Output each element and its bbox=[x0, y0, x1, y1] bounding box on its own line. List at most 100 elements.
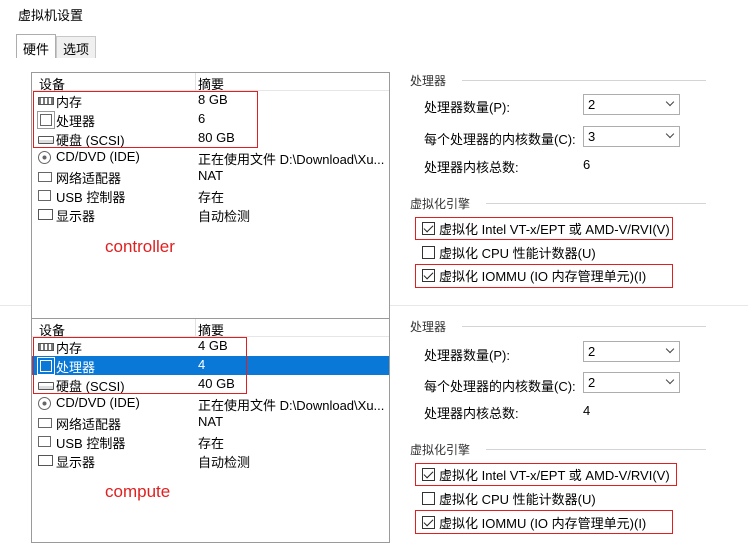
iommu-option[interactable]: 虚拟化 IOMMU (IO 内存管理单元)(I) bbox=[422, 266, 646, 284]
display-icon bbox=[38, 455, 53, 466]
device-name: 处理器 bbox=[56, 360, 96, 375]
group-divider bbox=[462, 80, 706, 81]
device-name: CD/DVD (IDE) bbox=[56, 149, 140, 164]
total-cores-label: 处理器内核总数: bbox=[424, 160, 519, 175]
hard-disk-icon bbox=[38, 136, 54, 144]
device-rows: 内存 8 GB 处理器 6 硬盘 (SCSI) 80 GB CD/DVD (ID… bbox=[32, 91, 389, 224]
device-row-memory[interactable]: 内存 8 GB bbox=[32, 91, 389, 110]
device-row-display[interactable]: 显示器 自动检测 bbox=[32, 205, 389, 224]
device-summary: 存在 bbox=[198, 190, 225, 205]
vt-x-option[interactable]: 虚拟化 Intel VT-x/EPT 或 AMD-V/RVI(V) bbox=[422, 219, 670, 237]
device-row-processor[interactable]: 处理器 6 bbox=[32, 110, 389, 129]
chevron-down-icon bbox=[665, 97, 675, 107]
vt-x-option[interactable]: 虚拟化 Intel VT-x/EPT 或 AMD-V/RVI(V) bbox=[422, 465, 670, 483]
checkbox[interactable] bbox=[422, 245, 435, 259]
processor-group: 处理器 处理器数量(P): 2 每个处理器的内核数量(C): 3 处理器内核总数… bbox=[410, 72, 706, 182]
total-cores-label: 处理器内核总数: bbox=[424, 406, 519, 421]
device-summary: 正在使用文件 D:\Download\Xu... bbox=[198, 152, 385, 167]
cores-per-processor-label: 每个处理器的内核数量(C): bbox=[424, 379, 576, 394]
hard-disk-icon bbox=[38, 382, 54, 390]
usb-controller-icon bbox=[38, 436, 51, 447]
processor-count-label: 处理器数量(P): bbox=[424, 348, 510, 363]
group-title: 虚拟化引擎 bbox=[410, 197, 471, 211]
checkbox[interactable] bbox=[422, 268, 435, 282]
device-name: 处理器 bbox=[56, 114, 96, 129]
device-summary: NAT bbox=[198, 414, 224, 429]
iommu-option[interactable]: 虚拟化 IOMMU (IO 内存管理单元)(I) bbox=[422, 513, 646, 531]
device-row-network-adapter[interactable]: 网络适配器 NAT bbox=[32, 167, 389, 186]
device-row-memory[interactable]: 内存 4 GB bbox=[32, 337, 389, 356]
virtualization-group: 虚拟化引擎 虚拟化 Intel VT-x/EPT 或 AMD-V/RVI(V) … bbox=[410, 195, 706, 295]
checkbox[interactable] bbox=[422, 467, 435, 481]
device-name: 网络适配器 bbox=[56, 171, 122, 186]
device-name: 内存 bbox=[56, 95, 83, 110]
processor-icon bbox=[40, 114, 52, 126]
device-row-display[interactable]: 显示器 自动检测 bbox=[32, 451, 389, 470]
device-name: USB 控制器 bbox=[56, 436, 126, 451]
option-label: 虚拟化 IOMMU (IO 内存管理单元)(I) bbox=[439, 268, 647, 284]
checkbox[interactable] bbox=[422, 515, 435, 529]
virtualization-group: 虚拟化引擎 虚拟化 Intel VT-x/EPT 或 AMD-V/RVI(V) … bbox=[410, 441, 706, 541]
option-label: 虚拟化 CPU 性能计数器(U) bbox=[439, 245, 596, 261]
group-title: 处理器 bbox=[410, 74, 447, 88]
column-separator bbox=[195, 319, 196, 337]
device-row-hard-disk[interactable]: 硬盘 (SCSI) 40 GB bbox=[32, 375, 389, 394]
select-value: 3 bbox=[588, 129, 596, 144]
device-row-cd-dvd[interactable]: CD/DVD (IDE) 正在使用文件 D:\Download\Xu... bbox=[32, 148, 389, 167]
option-label: 虚拟化 CPU 性能计数器(U) bbox=[439, 491, 596, 507]
device-row-cd-dvd[interactable]: CD/DVD (IDE) 正在使用文件 D:\Download\Xu... bbox=[32, 394, 389, 413]
device-name: 硬盘 (SCSI) bbox=[56, 133, 125, 148]
checkbox[interactable] bbox=[422, 491, 435, 505]
window-title: 虚拟机设置 bbox=[18, 8, 84, 23]
memory-icon bbox=[38, 343, 54, 351]
device-row-usb-controller[interactable]: USB 控制器 存在 bbox=[32, 432, 389, 451]
option-label: 虚拟化 Intel VT-x/EPT 或 AMD-V/RVI(V) bbox=[439, 467, 670, 483]
processor-group: 处理器 处理器数量(P): 2 每个处理器的内核数量(C): 2 处理器内核总数… bbox=[410, 318, 706, 428]
group-divider bbox=[486, 203, 706, 204]
tab-hardware[interactable]: 硬件 bbox=[16, 34, 57, 58]
option-label: 虚拟化 IOMMU (IO 内存管理单元)(I) bbox=[439, 515, 647, 531]
list-header: 设备 摘要 bbox=[32, 319, 389, 338]
device-name: 网络适配器 bbox=[56, 417, 122, 432]
device-row-processor[interactable]: 处理器 4 bbox=[32, 356, 389, 375]
group-title: 处理器 bbox=[410, 320, 447, 334]
chevron-down-icon bbox=[665, 375, 675, 385]
device-rows: 内存 4 GB 处理器 4 硬盘 (SCSI) 40 GB CD/DVD (ID… bbox=[32, 337, 389, 470]
device-summary: 4 GB bbox=[198, 338, 228, 353]
select-value: 2 bbox=[588, 375, 596, 390]
processor-count-label: 处理器数量(P): bbox=[424, 100, 510, 115]
cpu-counter-option[interactable]: 虚拟化 CPU 性能计数器(U) bbox=[422, 243, 596, 261]
device-name: 硬盘 (SCSI) bbox=[56, 379, 125, 394]
device-summary: 正在使用文件 D:\Download\Xu... bbox=[198, 398, 385, 413]
cd-dvd-icon bbox=[38, 397, 51, 410]
cores-per-processor-select[interactable]: 2 bbox=[583, 372, 680, 393]
select-value: 2 bbox=[588, 97, 596, 112]
tab-options[interactable]: 选项 bbox=[56, 36, 97, 58]
processor-count-select[interactable]: 2 bbox=[583, 341, 680, 362]
list-header: 设备 摘要 bbox=[32, 73, 389, 92]
device-row-network-adapter[interactable]: 网络适配器 NAT bbox=[32, 413, 389, 432]
display-icon bbox=[38, 209, 53, 220]
total-cores-value: 4 bbox=[583, 403, 591, 418]
network-adapter-icon bbox=[38, 172, 52, 182]
group-divider bbox=[462, 326, 706, 327]
device-row-hard-disk[interactable]: 硬盘 (SCSI) 80 GB bbox=[32, 129, 389, 148]
option-label: 虚拟化 Intel VT-x/EPT 或 AMD-V/RVI(V) bbox=[439, 221, 670, 237]
device-summary: 8 GB bbox=[198, 92, 228, 107]
checkbox[interactable] bbox=[422, 221, 435, 235]
cd-dvd-icon bbox=[38, 151, 51, 164]
device-list[interactable]: 设备 摘要 内存 8 GB 处理器 6 硬盘 (SCSI) 80 GB CD/D… bbox=[31, 72, 390, 351]
device-summary: 存在 bbox=[198, 436, 225, 451]
device-row-usb-controller[interactable]: USB 控制器 存在 bbox=[32, 186, 389, 205]
select-value: 2 bbox=[588, 344, 596, 359]
group-title: 虚拟化引擎 bbox=[410, 443, 471, 457]
processor-count-select[interactable]: 2 bbox=[583, 94, 680, 115]
network-adapter-icon bbox=[38, 418, 52, 428]
device-name: 内存 bbox=[56, 341, 83, 356]
cores-per-processor-select[interactable]: 3 bbox=[583, 126, 680, 147]
device-list[interactable]: 设备 摘要 内存 4 GB 处理器 4 硬盘 (SCSI) 40 GB CD/D… bbox=[31, 318, 390, 543]
cpu-counter-option[interactable]: 虚拟化 CPU 性能计数器(U) bbox=[422, 489, 596, 507]
device-name: 显示器 bbox=[56, 209, 96, 224]
chevron-down-icon bbox=[665, 129, 675, 139]
chevron-down-icon bbox=[665, 344, 675, 354]
